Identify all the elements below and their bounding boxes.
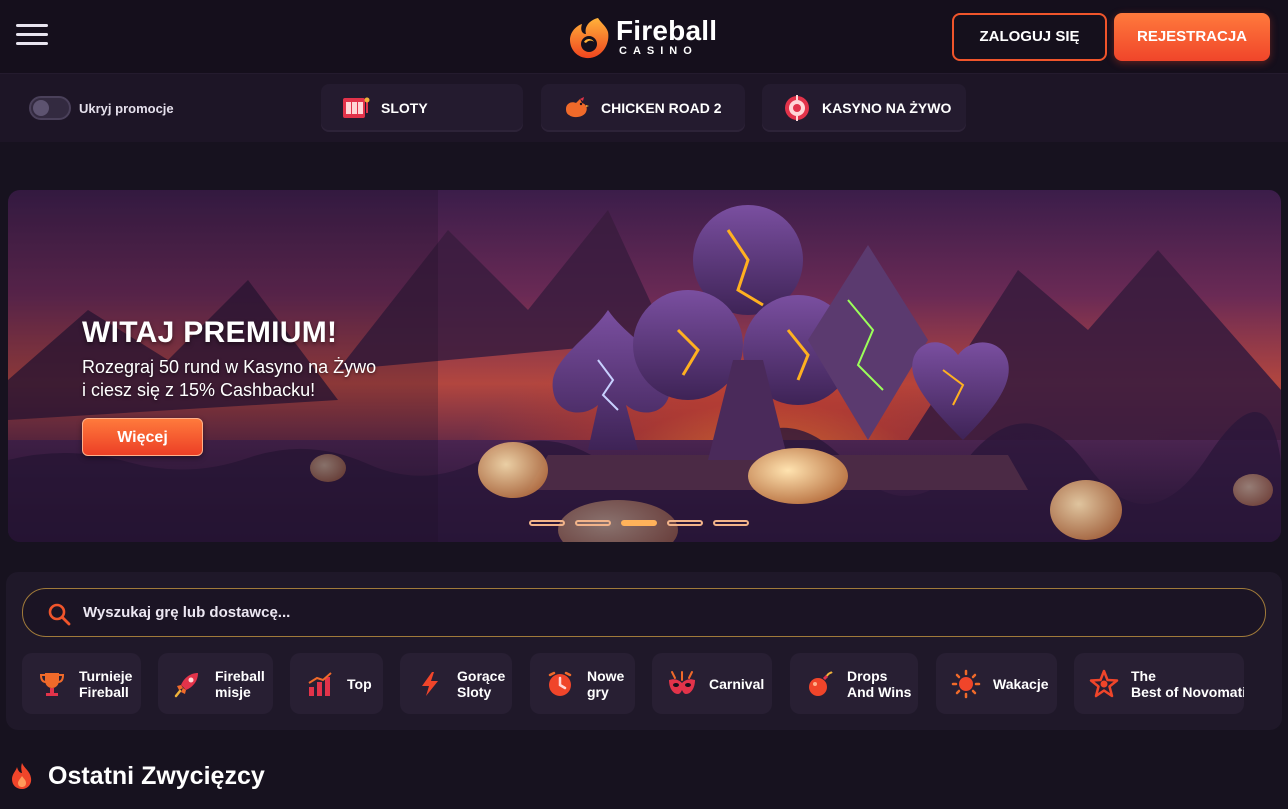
category-label: KASYNO NA ŻYWO bbox=[822, 100, 952, 116]
logo-subtitle: CASINO bbox=[619, 45, 698, 57]
sun-icon bbox=[951, 669, 981, 699]
banner-subtitle-line: i ciesz się z 15% Cashbacku! bbox=[82, 380, 316, 400]
banner-more-button[interactable]: Więcej bbox=[82, 418, 203, 456]
chip-label: Carnival bbox=[709, 676, 764, 692]
chip-tournaments[interactable]: Turnieje Fireball bbox=[22, 653, 141, 714]
category-label: SLOTY bbox=[381, 100, 428, 116]
chip-missions[interactable]: Fireball misje bbox=[158, 653, 273, 714]
chip-label: Fireball misje bbox=[215, 668, 265, 700]
bomb-icon bbox=[805, 669, 835, 699]
carousel-dot[interactable] bbox=[575, 520, 611, 526]
mask-icon bbox=[667, 669, 697, 699]
banner-subtitle: Rozegraj 50 rund w Kasyno na Żywo i cies… bbox=[82, 356, 402, 402]
carousel-dot[interactable] bbox=[667, 520, 703, 526]
chip-label-line: And Wins bbox=[847, 683, 912, 700]
chip-label: Turnieje Fireball bbox=[79, 668, 132, 700]
chip-carnival[interactable]: Carnival bbox=[652, 653, 772, 714]
search-icon bbox=[48, 603, 71, 626]
roulette-icon bbox=[782, 93, 812, 123]
banner-subtitle-line: Rozegraj 50 rund w Kasyno na Żywo bbox=[82, 357, 377, 377]
search-bar[interactable] bbox=[22, 588, 1266, 637]
trophy-icon bbox=[37, 669, 67, 699]
category-tab-live-casino[interactable]: KASYNO NA ŻYWO bbox=[762, 84, 966, 132]
chip-drops-and-wins[interactable]: Drops And Wins bbox=[790, 653, 918, 714]
fire-icon bbox=[12, 763, 32, 789]
hamburger-menu-icon[interactable] bbox=[16, 24, 48, 48]
hide-promotions-label: Ukryj promocje bbox=[79, 101, 174, 116]
promo-banner[interactable]: WITAJ PREMIUM! Rozegraj 50 rund w Kasyno… bbox=[8, 190, 1281, 542]
chip-label-line: Fireball bbox=[79, 683, 129, 700]
chip-label: Wakacje bbox=[993, 676, 1049, 692]
chip-hot-slots[interactable]: Gorące Sloty bbox=[400, 653, 512, 714]
chip-label-line: Nowe bbox=[587, 667, 625, 684]
chip-vacation[interactable]: Wakacje bbox=[936, 653, 1057, 714]
chip-label: Top bbox=[347, 676, 372, 692]
carousel-dots bbox=[529, 520, 749, 526]
chip-best-of-novomatic[interactable]: The Best of Novomatic bbox=[1074, 653, 1244, 714]
carousel-dot-active[interactable] bbox=[621, 520, 657, 526]
chart-icon bbox=[305, 669, 335, 699]
hide-promotions-toggle[interactable] bbox=[29, 96, 71, 120]
recent-winners-title: Ostatni Zwycięzcy bbox=[48, 762, 265, 790]
rocket-icon bbox=[173, 669, 203, 699]
banner-title: WITAJ PREMIUM! bbox=[82, 316, 338, 349]
chicken-icon bbox=[561, 93, 591, 123]
chip-label: Drops And Wins bbox=[847, 668, 911, 700]
chip-label-line: gry bbox=[587, 683, 609, 700]
chip-label-line: The bbox=[1131, 667, 1156, 684]
chip-label-line: Gorące bbox=[457, 667, 506, 684]
chip-label-line: Turnieje bbox=[79, 667, 133, 684]
star-icon bbox=[1089, 669, 1119, 699]
carousel-dot[interactable] bbox=[713, 520, 749, 526]
carousel-dot[interactable] bbox=[529, 520, 565, 526]
category-label: CHICKEN ROAD 2 bbox=[601, 100, 722, 116]
top-header: Fireball CASINO ZALOGUJ SIĘ REJESTRACJA bbox=[0, 0, 1288, 74]
register-button[interactable]: REJESTRACJA bbox=[1114, 13, 1270, 61]
chip-new-games[interactable]: Nowe gry bbox=[530, 653, 635, 714]
category-bar: Ukryj promocje SLOTY CHICKEN ROAD 2 KASY… bbox=[0, 74, 1288, 142]
category-tab-chicken-road[interactable]: CHICKEN ROAD 2 bbox=[541, 84, 745, 132]
chip-label-line: Carnival bbox=[709, 675, 765, 692]
login-button[interactable]: ZALOGUJ SIĘ bbox=[952, 13, 1107, 61]
chip-label-line: Wakacje bbox=[993, 675, 1049, 692]
chip-label-line: Drops bbox=[847, 667, 888, 684]
category-tab-slots[interactable]: SLOTY bbox=[321, 84, 523, 132]
fireball-logo-icon bbox=[570, 18, 609, 59]
search-input[interactable] bbox=[83, 589, 1243, 636]
chip-label: The Best of Novomatic bbox=[1131, 668, 1244, 700]
chip-label-line: Sloty bbox=[457, 683, 492, 700]
chip-label-line: Fireball bbox=[215, 667, 265, 684]
chip-label-line: Best of Novomatic bbox=[1131, 683, 1244, 700]
fireball-casino-logo[interactable]: Fireball CASINO bbox=[568, 16, 728, 60]
logo-wordmark: Fireball bbox=[616, 15, 718, 46]
clock-icon bbox=[545, 669, 575, 699]
chip-label: Nowe gry bbox=[587, 668, 624, 700]
chip-label-line: Top bbox=[347, 675, 372, 692]
chip-label: Gorące Sloty bbox=[457, 668, 505, 700]
lightning-icon bbox=[415, 669, 445, 699]
chip-top[interactable]: Top bbox=[290, 653, 383, 714]
slots-icon bbox=[341, 93, 371, 123]
chip-label-line: misje bbox=[215, 683, 251, 700]
